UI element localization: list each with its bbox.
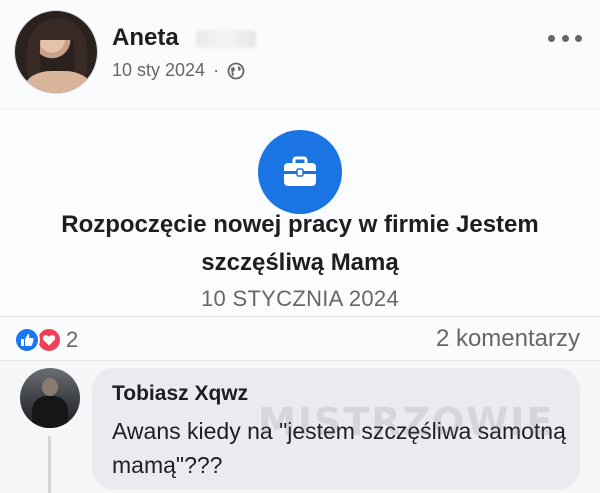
post-header: Aneta 10 sty 2024 · [0, 0, 600, 108]
event-title: Rozpoczęcie nowej pracy w firmie Jestem … [61, 211, 539, 276]
more-dot [575, 34, 582, 42]
author-name[interactable]: Aneta [112, 24, 179, 52]
author-avatar[interactable] [14, 10, 98, 94]
name-redaction [196, 30, 256, 48]
post-date[interactable]: 10 sty 2024 [112, 60, 205, 81]
reactions-bar: 2 2 komentarzy [0, 316, 600, 360]
post-meta: 10 sty 2024 · [112, 60, 245, 81]
reaction-count: 2 [66, 327, 79, 352]
avatar-body [32, 396, 68, 428]
comment-text: Awans kiedy na "jestem szczęśliwa samotn… [112, 418, 566, 478]
more-horizontal-icon [548, 34, 555, 42]
commenter-name[interactable]: Tobiasz Xqwz [112, 382, 248, 406]
more-dot [561, 34, 569, 42]
briefcase-icon [258, 130, 342, 214]
comment-bubble: Tobiasz Xqwz Awans kiedy na "jestem szcz… [92, 368, 580, 490]
event-date: 10 STYCZNIA 2024 [200, 286, 399, 311]
meta-separator: · [213, 60, 220, 80]
thread-line [48, 436, 51, 493]
comments-count-link[interactable]: 2 komentarzy [436, 325, 580, 353]
divider [0, 360, 600, 361]
reaction-summary[interactable]: 2 [14, 327, 78, 353]
commenter-avatar[interactable] [20, 368, 80, 428]
globe-icon [227, 62, 245, 80]
avatar-head [42, 378, 58, 396]
like-icon [14, 327, 40, 353]
avatar-shoulder [25, 71, 91, 93]
more-options-button[interactable] [548, 28, 582, 48]
life-event-card: Rozpoczęcie nowej pracy w firmie Jestem … [0, 110, 600, 316]
